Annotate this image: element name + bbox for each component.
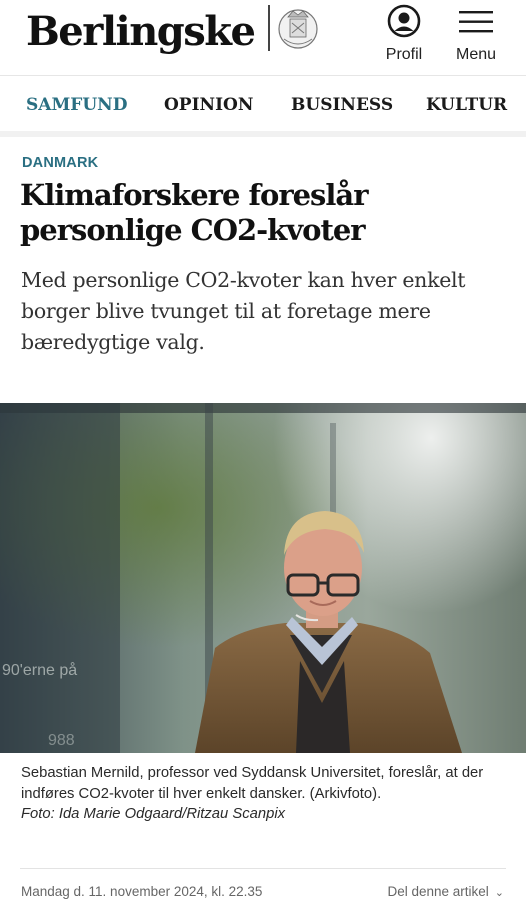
photo-caption: Sebastian Mernild, professor ved Syddans… [21, 765, 484, 802]
share-label: Del denne artikel [387, 884, 489, 899]
royal-crest-icon [268, 5, 320, 51]
user-circle-icon [387, 4, 421, 38]
photo-background-text-1: 90'erne på [2, 661, 77, 679]
article-headline: Klimaforskere foreslår personlige CO2-kv… [20, 178, 510, 248]
profile-label: Profil [385, 46, 423, 63]
chevron-down-icon: ⌄ [494, 887, 504, 899]
nav-item-business[interactable]: BUSINESS [291, 95, 393, 115]
share-article-button[interactable]: Del denne artikel ⌄ [387, 884, 504, 899]
site-header: Berlingske Profil Menu [0, 0, 526, 76]
nav-item-kultur[interactable]: KULTUR [426, 95, 507, 115]
menu-button[interactable]: Menu [446, 4, 506, 70]
nav-item-samfund[interactable]: SAMFUND [26, 95, 127, 115]
menu-label: Menu [455, 46, 497, 63]
article-kicker[interactable]: DANMARK [22, 155, 98, 171]
photo-background-text-2: 988 [48, 732, 75, 749]
headline-line-1: Klimaforskere foreslår [20, 178, 368, 212]
hamburger-icon [459, 11, 493, 33]
headline-line-2: personlige CO2-kvoter [20, 213, 366, 247]
nav-item-opinion[interactable]: OPINION [164, 95, 253, 115]
article-photo[interactable]: 90'erne på 988 [0, 403, 526, 753]
section-nav: SAMFUND OPINION BUSINESS KULTUR [0, 77, 526, 137]
profile-button[interactable]: Profil [374, 4, 434, 70]
photo-credit: Foto: Ida Marie Odgaard/Ritzau Scanpix [21, 806, 286, 822]
site-logo[interactable]: Berlingske [26, 4, 256, 60]
divider [20, 868, 506, 869]
article-dateline: Mandag d. 11. november 2024, kl. 22.35 [21, 884, 263, 899]
article-lede: Med personlige CO2-kvoter kan hver enkel… [21, 268, 466, 354]
